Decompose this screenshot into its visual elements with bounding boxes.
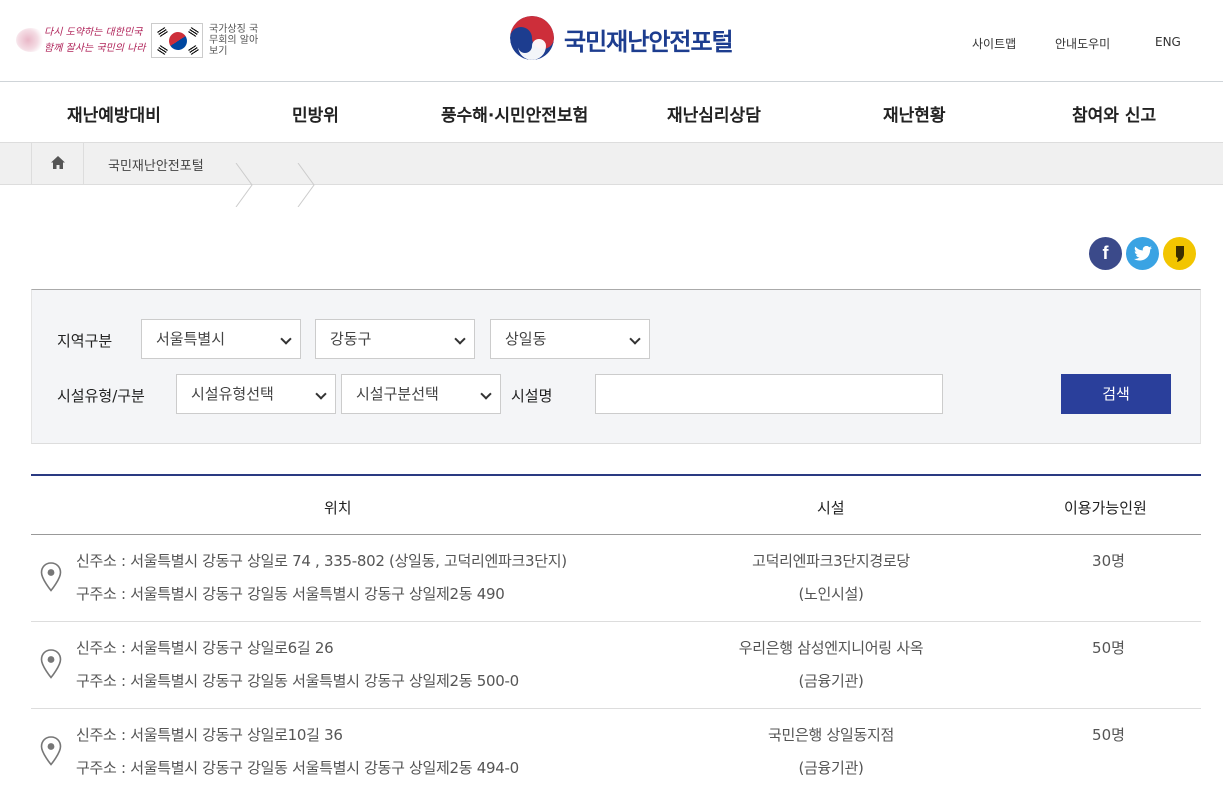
table-row[interactable]: 신주소 : 서울특별시 강동구 상일로 74 , 335-802 (상일동, 고… [31,535,1201,622]
taegukgi-flag-icon[interactable] [151,23,203,58]
column-header-location: 위치 [324,499,352,517]
location-pin-icon [40,562,62,592]
new-address: 신주소 : 서울특별시 강동구 상일로 74 , 335-802 (상일동, 고… [76,552,567,570]
search-panel: 지역구분 서울특별시 강동구 상일동 시설유형/구분 시설유형선택 시설구분선택… [31,289,1201,444]
chevron-down-icon [629,333,641,345]
trigram-icon [188,27,199,37]
region-sigungu-select[interactable]: 강동구 [315,319,475,359]
nav-disaster-prevention[interactable]: 재난예방대비 [67,101,161,126]
slogan-line-2: 함께 잘사는 국민의 나라 [44,43,146,54]
breadcrumb-home[interactable] [31,143,84,185]
facility-type-value: 시설유형선택 [191,385,274,403]
breadcrumb-separator-icon [235,163,253,207]
guide-helper-link[interactable]: 안내도우미 [1055,35,1110,52]
twitter-share-icon[interactable] [1126,237,1159,270]
column-header-capacity: 이용가능인원 [1064,499,1147,517]
facility-name: 우리은행 삼성엔지니어링 사옥 [738,639,924,657]
nav-disaster-counseling[interactable]: 재난심리상담 [667,101,761,126]
breadcrumb: 국민재난안전포털 [0,143,1223,207]
table-row[interactable]: 신주소 : 서울특별시 강동구 상일로10길 36 구주소 : 서울특별시 강동… [31,709,1201,791]
breadcrumb-current[interactable]: 국민재난안전포털 [108,155,204,174]
nav-civil-defense[interactable]: 민방위 [292,101,339,126]
old-address: 구주소 : 서울특별시 강동구 강일동 서울특별시 강동구 상일제2동 500-… [76,672,519,690]
facility-type: (금융기관) [798,672,864,690]
taeguk-symbol [165,28,191,54]
capacity-value: 50명 [1092,639,1125,657]
location-pin-icon [40,649,62,679]
location-pin-icon [40,736,62,766]
new-address: 신주소 : 서울특별시 강동구 상일로10길 36 [76,726,343,744]
facility-label: 시설유형/구분 [57,387,145,405]
nav-disaster-status[interactable]: 재난현황 [883,101,946,126]
region-sido-value: 서울특별시 [156,330,226,348]
sitemap-link[interactable]: 사이트맵 [972,35,1016,52]
english-link[interactable]: ENG [1155,35,1181,49]
region-sigungu-value: 강동구 [330,330,372,348]
chevron-down-icon [315,388,327,400]
slogan-brush-mark [16,28,46,52]
table-row[interactable]: 신주소 : 서울특별시 강동구 상일로6길 26 구주소 : 서울특별시 강동구… [31,622,1201,709]
nav-flood-insurance[interactable]: 풍수해·시민안전보험 [441,101,588,126]
capacity-value: 50명 [1092,726,1125,744]
facility-type: (노인시설) [798,585,864,603]
national-symbol-link[interactable]: 국가상징 국무회의 알아보기 [209,24,259,57]
capacity-value: 30명 [1092,552,1125,570]
site-title: 국민재난안전포털 [564,28,734,56]
main-navigation: 재난예방대비 민방위 풍수해·시민안전보험 재난심리상담 재난현황 참여와 신고 [0,83,1223,143]
table-header: 위치 시설 이용가능인원 [31,476,1201,535]
column-header-facility: 시설 [817,499,845,517]
breadcrumb-separator-icon [297,163,315,207]
trigram-icon [157,45,168,55]
slogan-line-1: 다시 도약하는 대한민국 [44,27,143,38]
facility-name-input[interactable] [595,374,943,414]
nav-participation-report[interactable]: 참여와 신고 [1072,101,1156,126]
trigram-icon [188,45,199,55]
site-header: 다시 도약하는 대한민국 함께 잘사는 국민의 나라 국가상징 국무회의 알아보… [0,0,1223,82]
search-button[interactable]: 검색 [1061,374,1171,414]
facility-class-value: 시설구분선택 [356,385,439,403]
shelter-results-table: 위치 시설 이용가능인원 신주소 : 서울특별시 강동구 상일로 74 , 33… [31,474,1201,791]
chevron-down-icon [280,333,292,345]
facility-name: 국민은행 상일동지점 [768,726,894,744]
government-emblem-icon [510,16,554,60]
facility-name-label: 시설명 [511,387,553,405]
region-label: 지역구분 [57,332,113,350]
chevron-down-icon [454,333,466,345]
facility-name: 고덕리엔파크3단지경로당 [752,552,910,570]
kakaostory-share-icon[interactable] [1163,237,1196,270]
region-dong-value: 상일동 [505,330,547,348]
government-slogan-logo[interactable]: 다시 도약하는 대한민국 함께 잘사는 국민의 나라 [14,22,146,62]
region-dong-select[interactable]: 상일동 [490,319,650,359]
facility-type: (금융기관) [798,759,864,777]
facebook-share-icon[interactable]: f [1089,237,1122,270]
region-sido-select[interactable]: 서울특별시 [141,319,301,359]
facility-class-select[interactable]: 시설구분선택 [341,374,501,414]
chevron-down-icon [480,388,492,400]
trigram-icon [157,27,168,37]
home-icon [51,156,65,169]
old-address: 구주소 : 서울특별시 강동구 강일동 서울특별시 강동구 상일제2동 490 [76,585,505,603]
new-address: 신주소 : 서울특별시 강동구 상일로6길 26 [76,639,334,657]
facility-type-select[interactable]: 시설유형선택 [176,374,336,414]
old-address: 구주소 : 서울특별시 강동구 강일동 서울특별시 강동구 상일제2동 494-… [76,759,519,777]
